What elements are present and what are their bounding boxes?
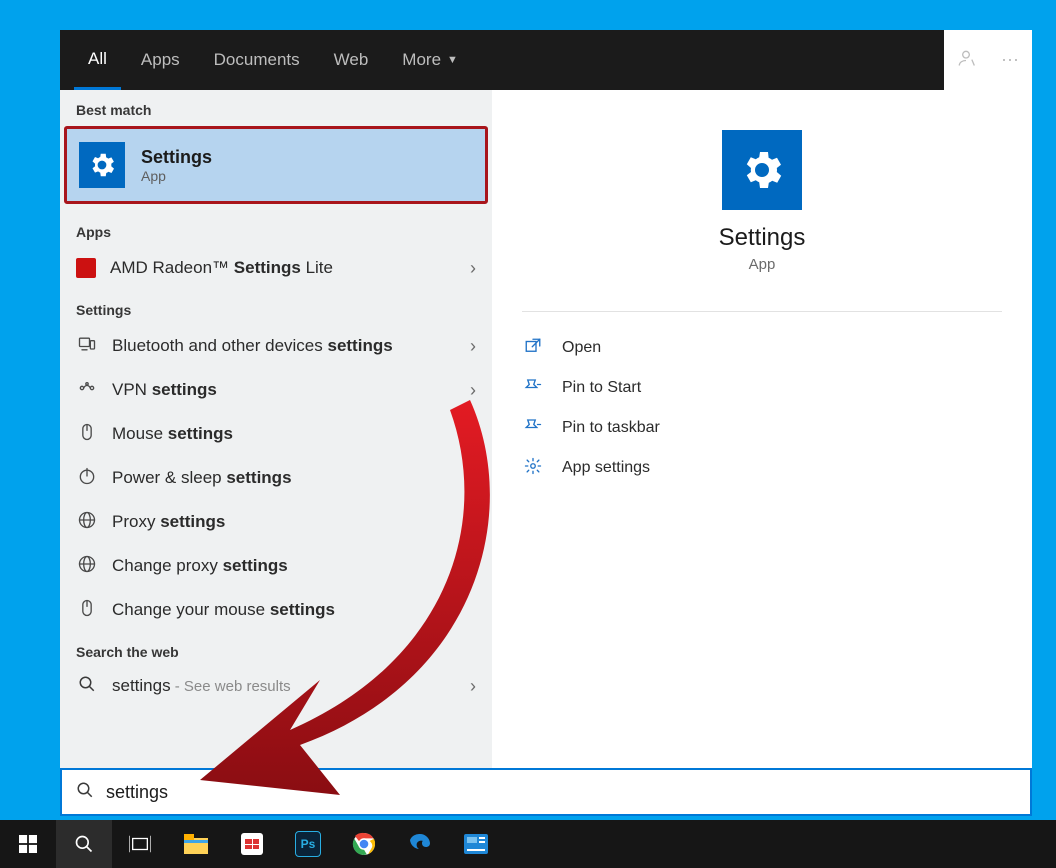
result-label: AMD Radeon™ Settings Lite bbox=[110, 258, 333, 278]
chevron-right-icon: › bbox=[470, 676, 476, 697]
tab-apps[interactable]: Apps bbox=[127, 30, 194, 90]
gear-icon bbox=[522, 457, 544, 480]
start-button[interactable] bbox=[0, 820, 56, 868]
settings-result-2[interactable]: Mouse settings › bbox=[60, 412, 492, 456]
tab-all[interactable]: All bbox=[74, 30, 121, 90]
app-icon-1[interactable] bbox=[224, 820, 280, 868]
search-web-heading: Search the web bbox=[60, 632, 492, 666]
globe-icon bbox=[76, 554, 98, 579]
settings-result-3[interactable]: Power & sleep settings › bbox=[60, 456, 492, 500]
chevron-right-icon: › bbox=[470, 380, 476, 401]
tab-more[interactable]: More▼ bbox=[388, 30, 472, 90]
preview-subtitle: App bbox=[749, 256, 776, 273]
action-label: Pin to taskbar bbox=[562, 419, 660, 437]
photoshop-icon[interactable]: Ps bbox=[280, 820, 336, 868]
power-icon bbox=[76, 466, 98, 491]
chevron-right-icon: › bbox=[470, 424, 476, 445]
settings-result-1[interactable]: VPN settings › bbox=[60, 368, 492, 412]
filter-tabbar: All Apps Documents Web More▼ ⋯ bbox=[60, 30, 1032, 90]
results-left-column: Best match Settings App Apps AMD Radeon™… bbox=[60, 90, 492, 768]
web-result[interactable]: settings - See web results › bbox=[60, 666, 492, 706]
annotation-highlight-box: Settings App bbox=[64, 126, 488, 204]
taskbar-search-button[interactable] bbox=[56, 820, 112, 868]
action-app settings[interactable]: App settings bbox=[522, 448, 1002, 488]
best-match-subtitle: App bbox=[141, 168, 212, 184]
file-explorer-icon[interactable] bbox=[168, 820, 224, 868]
action-pin to taskbar[interactable]: Pin to taskbar bbox=[522, 408, 1002, 448]
best-match-result[interactable]: Settings App bbox=[67, 129, 485, 201]
best-match-title: Settings bbox=[141, 147, 212, 168]
chevron-right-icon: › bbox=[470, 258, 476, 279]
chevron-right-icon: › bbox=[470, 336, 476, 357]
result-label: Bluetooth and other devices settings bbox=[112, 336, 393, 356]
devices-icon bbox=[76, 334, 98, 359]
apps-heading: Apps bbox=[60, 212, 492, 246]
search-results-panel: All Apps Documents Web More▼ ⋯ Best matc… bbox=[60, 30, 1032, 768]
chevron-right-icon: › bbox=[470, 468, 476, 489]
settings-heading: Settings bbox=[60, 290, 492, 324]
chrome-icon[interactable] bbox=[336, 820, 392, 868]
feedback-icon[interactable] bbox=[944, 48, 988, 73]
open-icon bbox=[522, 337, 544, 360]
action-label: Open bbox=[562, 339, 601, 357]
pin-icon bbox=[522, 377, 544, 400]
action-label: Pin to Start bbox=[562, 379, 641, 397]
app-result-amd[interactable]: AMD Radeon™ Settings Lite › bbox=[60, 246, 492, 290]
preview-pane: Settings App Open Pin to Start Pin to ta… bbox=[492, 90, 1032, 768]
result-label: Proxy settings bbox=[112, 512, 225, 532]
settings-result-4[interactable]: Proxy settings bbox=[60, 500, 492, 544]
action-label: App settings bbox=[562, 459, 650, 477]
search-box[interactable] bbox=[60, 768, 1032, 816]
settings-result-5[interactable]: Change proxy settings bbox=[60, 544, 492, 588]
news-icon[interactable] bbox=[448, 820, 504, 868]
pin-icon bbox=[522, 417, 544, 440]
search-icon bbox=[76, 675, 98, 698]
tab-web[interactable]: Web bbox=[320, 30, 383, 90]
preview-title: Settings bbox=[719, 224, 806, 252]
result-label: Change proxy settings bbox=[112, 556, 288, 576]
amd-icon bbox=[76, 258, 96, 278]
edge-icon[interactable] bbox=[392, 820, 448, 868]
tab-documents[interactable]: Documents bbox=[200, 30, 314, 90]
vpn-icon bbox=[76, 378, 98, 403]
result-label: VPN settings bbox=[112, 380, 217, 400]
settings-result-6[interactable]: Change your mouse settings bbox=[60, 588, 492, 632]
globe-icon bbox=[76, 510, 98, 535]
result-label: Change your mouse settings bbox=[112, 600, 335, 620]
chevron-down-icon: ▼ bbox=[447, 54, 458, 66]
settings-icon bbox=[79, 142, 125, 188]
taskbar: Ps bbox=[0, 820, 1056, 868]
divider bbox=[522, 311, 1002, 312]
search-input[interactable] bbox=[104, 781, 1030, 804]
action-open[interactable]: Open bbox=[522, 328, 1002, 368]
mouse-icon bbox=[76, 422, 98, 447]
result-label: Power & sleep settings bbox=[112, 468, 292, 488]
more-options-icon[interactable]: ⋯ bbox=[988, 50, 1032, 71]
result-label: Mouse settings bbox=[112, 424, 233, 444]
settings-icon-large bbox=[722, 130, 802, 210]
best-match-heading: Best match bbox=[60, 90, 492, 124]
task-view-button[interactable] bbox=[112, 820, 168, 868]
settings-result-0[interactable]: Bluetooth and other devices settings › bbox=[60, 324, 492, 368]
search-icon bbox=[72, 781, 98, 804]
mouse-icon bbox=[76, 598, 98, 623]
result-label: settings - See web results bbox=[112, 676, 291, 696]
action-pin to start[interactable]: Pin to Start bbox=[522, 368, 1002, 408]
